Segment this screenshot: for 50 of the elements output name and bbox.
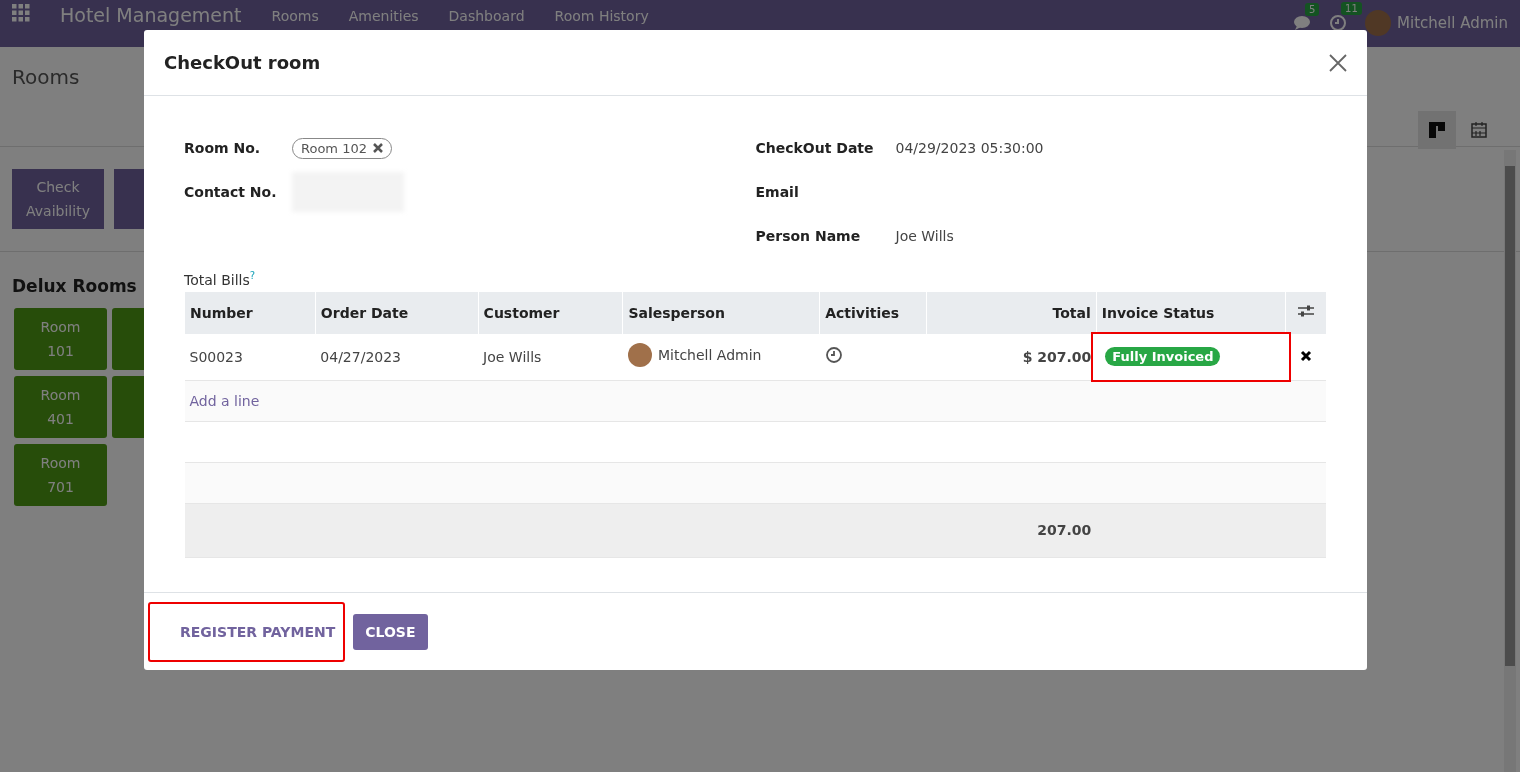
activity-count: 11 — [1341, 2, 1362, 15]
field-label: Person Name — [755, 228, 862, 244]
bills-label: Total Bills$^{?}$ — [184, 270, 257, 288]
clock-icon[interactable] — [824, 346, 843, 365]
sum-total: 207.00 — [1037, 522, 1092, 539]
app-name: Hotel Management — [60, 4, 242, 26]
column-header[interactable]: Order Date — [315, 291, 479, 334]
menu-item[interactable]: Amenities — [348, 7, 419, 25]
status-badge: Fully Invoiced — [1105, 347, 1221, 367]
action-button[interactable]: Check Avaibility — [12, 169, 104, 229]
menu-item[interactable]: Rooms — [271, 7, 319, 25]
column-settings-icon[interactable] — [1297, 304, 1316, 319]
column-header[interactable]: Number — [184, 291, 316, 334]
close-icon — [1329, 53, 1347, 72]
field-value: 04/29/2023 05:30:00 — [895, 140, 1044, 156]
calendar-icon — [1470, 121, 1488, 139]
column-header[interactable]: Activities — [819, 291, 927, 334]
column-header[interactable]: Invoice Status — [1096, 291, 1286, 334]
column-header[interactable]: Salesperson — [622, 291, 820, 334]
view-switch-button[interactable] — [1418, 111, 1456, 149]
table-cell: Mitchell Admin — [657, 347, 762, 364]
salesperson-avatar — [627, 343, 652, 368]
column-header[interactable]: Customer — [478, 291, 623, 334]
scrollbar[interactable] — [1504, 150, 1516, 772]
message-count: 5 — [1305, 3, 1320, 16]
menu-item[interactable]: Room History — [554, 7, 649, 25]
table-cell: S00023 — [189, 348, 243, 365]
section-title: Delux Rooms — [12, 276, 137, 296]
field-value: Joe Wills — [895, 228, 954, 244]
remove-icon[interactable] — [372, 143, 383, 153]
table-cell: Joe Wills — [483, 348, 542, 365]
column-header[interactable]: Total — [926, 291, 1097, 334]
chat-icon[interactable] — [1293, 15, 1312, 31]
user-name[interactable]: Mitchell Admin — [1397, 14, 1508, 32]
apps-icon[interactable] — [12, 4, 30, 22]
register-payment-button[interactable]: REGISTER PAYMENT — [148, 601, 346, 662]
table-cell: $ 207.00 — [1022, 348, 1092, 365]
close-dialog-button[interactable]: CLOSE — [353, 613, 428, 650]
add-line-link[interactable]: Add a line — [189, 392, 260, 409]
field-label: Room No. — [184, 140, 262, 156]
field-label: Email — [755, 184, 800, 200]
table-cell: 04/27/2023 — [320, 348, 402, 365]
dialog-title: CheckOut room — [164, 52, 321, 73]
field-label: Contact No. — [184, 184, 278, 200]
page-title: Rooms — [12, 65, 80, 89]
delete-icon[interactable] — [1300, 349, 1312, 362]
field-label: CheckOut Date — [755, 140, 875, 156]
close-button[interactable] — [1329, 53, 1347, 72]
menu-item[interactable]: Dashboard — [448, 7, 525, 25]
kanban-icon — [1428, 121, 1446, 139]
